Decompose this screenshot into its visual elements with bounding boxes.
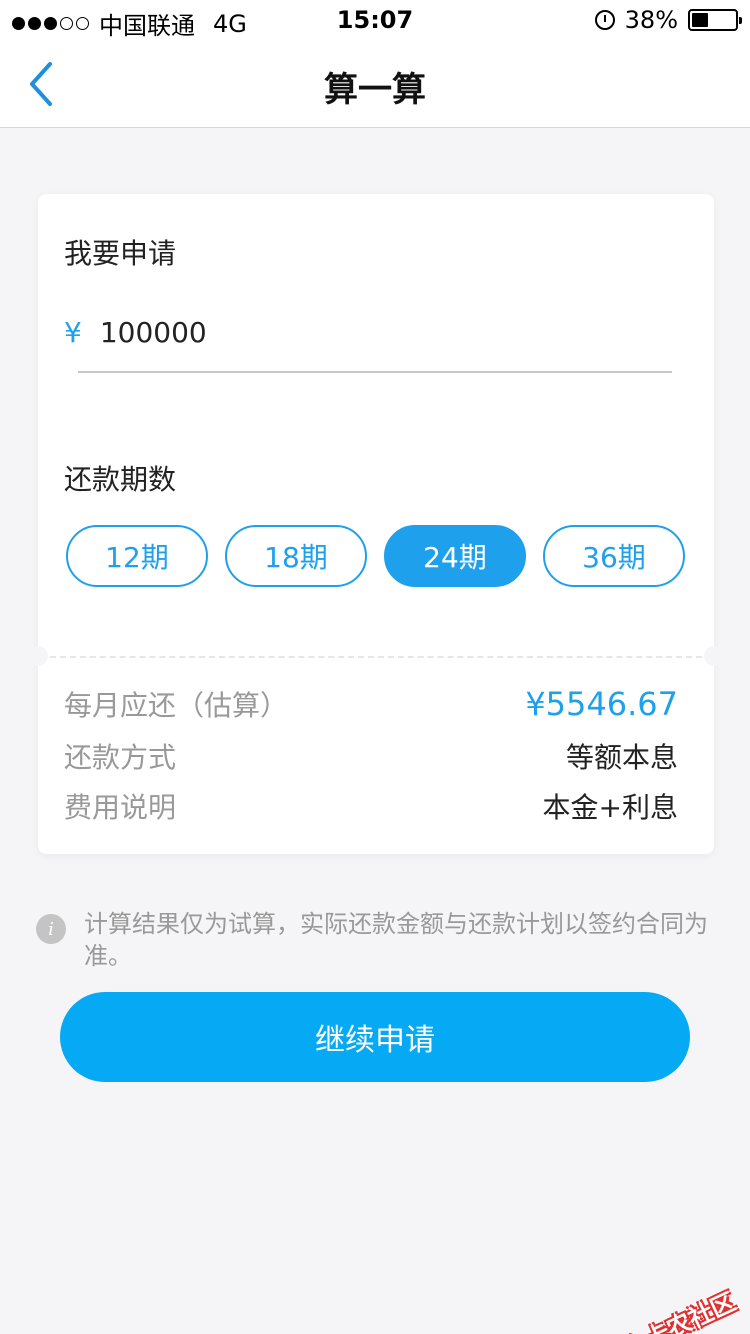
card-notch-left <box>28 646 48 666</box>
page-title: 算一算 <box>324 70 426 110</box>
calculator-card: 我要申请 ¥ 还款期数 12期 18期 24期 36期 每月应还（估算） ¥55… <box>28 194 724 854</box>
amount-underline <box>78 371 672 373</box>
term-option-12[interactable]: 12期 <box>66 525 208 587</box>
apply-label: 我要申请 <box>64 237 177 270</box>
watermark: 卡农社区 <box>606 1282 740 1334</box>
term-option-36[interactable]: 36期 <box>543 525 685 587</box>
currency-symbol: ¥ <box>64 316 82 349</box>
card-notch-right <box>704 646 724 666</box>
amount-row: ¥ <box>64 316 500 349</box>
term-option-24[interactable]: 24期 <box>384 525 526 587</box>
monthly-payment-row: 每月应还（估算） ¥5546.67 <box>64 684 678 724</box>
nav-bar: 算一算 <box>0 40 750 128</box>
fee-description-value: 本金+利息 <box>542 791 678 824</box>
fee-description-label: 费用说明 <box>64 791 177 824</box>
alarm-icon <box>594 10 615 30</box>
status-bar: 中国联通 4G 15:07 38% <box>0 0 750 40</box>
watermark-text: 卡农社区 <box>640 1287 740 1334</box>
dashed-divider <box>50 656 702 658</box>
continue-apply-button[interactable]: 继续申请 <box>60 992 690 1082</box>
term-label: 还款期数 <box>64 463 177 496</box>
term-option-18[interactable]: 18期 <box>225 525 367 587</box>
info-icon: i <box>36 914 66 944</box>
repayment-method-label: 还款方式 <box>64 741 177 774</box>
monthly-payment-label: 每月应还（估算） <box>64 689 289 722</box>
monthly-payment-value: ¥5546.67 <box>525 685 678 723</box>
amount-input[interactable] <box>99 316 500 349</box>
status-right: 38% <box>594 6 742 34</box>
disclaimer-notice: i 计算结果仅为试算，实际还款金额与还款计划以签约合同为准。 <box>36 908 716 972</box>
repayment-method-row: 还款方式 等额本息 <box>64 736 678 776</box>
battery-icon <box>688 9 742 31</box>
term-options: 12期 18期 24期 36期 <box>66 525 685 587</box>
repayment-method-value: 等额本息 <box>565 741 678 774</box>
fee-description-row: 费用说明 本金+利息 <box>64 786 678 826</box>
battery-percent: 38% <box>624 6 678 34</box>
disclaimer-text: 计算结果仅为试算，实际还款金额与还款计划以签约合同为准。 <box>84 910 708 970</box>
battery-fill <box>692 13 708 27</box>
